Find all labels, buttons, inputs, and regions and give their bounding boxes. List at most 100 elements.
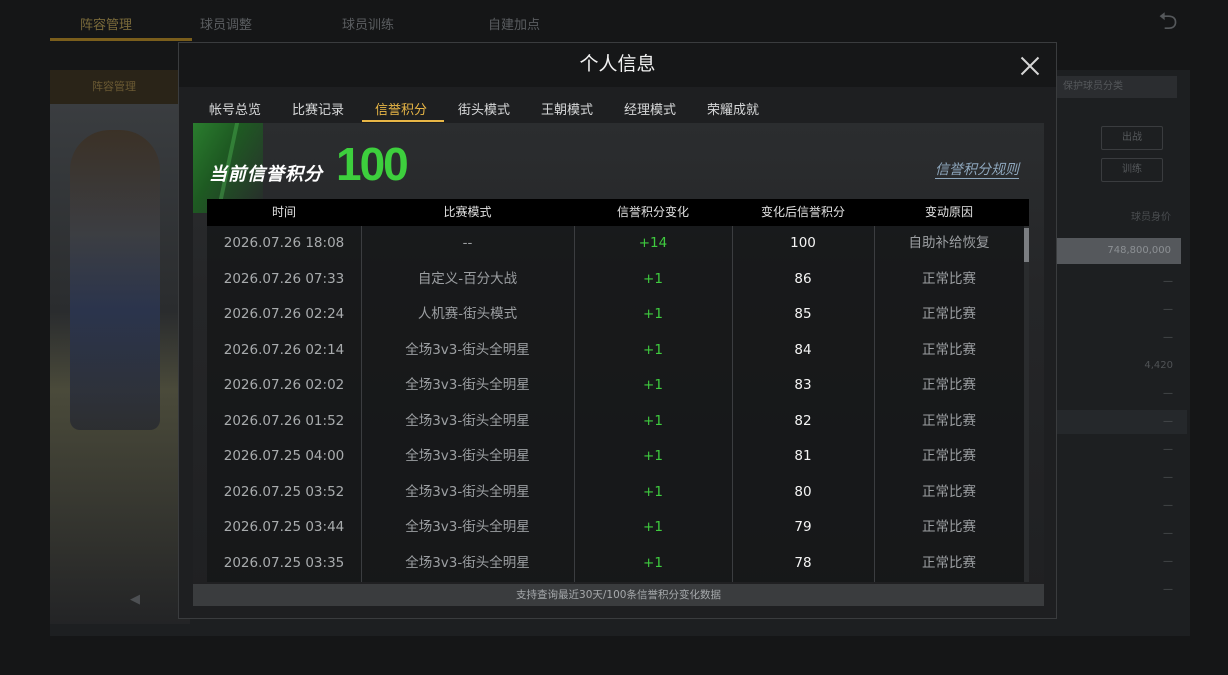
table-row: 2026.07.25 03:35 全场3v3-街头全明星 +1 78 正常比赛 xyxy=(207,546,1029,582)
background-top-nav: 阵容管理 球员调整 球员训练 自建加点 ⮌ xyxy=(0,0,1228,44)
bg-money-value: 748,800,000 xyxy=(1057,238,1181,264)
table-row: 2026.07.25 03:44 全场3v3-街头全明星 +1 79 正常比赛 xyxy=(207,510,1029,546)
dialog-title: 个人信息 xyxy=(579,53,656,75)
cell-after: 83 xyxy=(794,377,812,393)
cell-mode: 全场3v3-街头全明星 xyxy=(405,554,530,571)
cell-reason: 正常比赛 xyxy=(922,341,976,358)
cell-change: +1 xyxy=(643,270,663,287)
table-row: 2026.07.26 02:14 全场3v3-街头全明星 +1 84 正常比赛 xyxy=(207,333,1029,369)
bg-stat-value: — xyxy=(1163,444,1173,455)
dialog-header: 个人信息 xyxy=(179,43,1056,87)
bg-stat-value: — xyxy=(1163,584,1173,595)
current-score-label: 当前信誉积分 xyxy=(209,164,323,185)
table-row: 2026.07.26 02:24 人机赛-街头模式 +1 85 正常比赛 xyxy=(207,297,1029,333)
dialog-tabs: 帐号总览 比赛记录 信誉积分 街头模式 王朝模式 经理模式 荣耀成就 xyxy=(179,87,1056,125)
bg-tab-adjust[interactable]: 球员调整 xyxy=(200,14,252,33)
cell-time: 2026.07.26 07:33 xyxy=(223,270,345,287)
tab-match-records[interactable]: 比赛记录 xyxy=(292,99,344,118)
tab-manager-mode[interactable]: 经理模式 xyxy=(624,99,676,118)
cell-mode: 全场3v3-街头全明星 xyxy=(405,341,530,358)
cell-change: +14 xyxy=(638,235,668,251)
close-icon[interactable] xyxy=(1017,53,1043,79)
table-row: 2026.07.25 03:52 全场3v3-街头全明星 +1 80 正常比赛 xyxy=(207,475,1029,511)
cell-after: 100 xyxy=(790,235,816,251)
cell-reason: 正常比赛 xyxy=(922,519,976,535)
cell-reason: 正常比赛 xyxy=(922,306,976,322)
table-scrollbar[interactable] xyxy=(1024,226,1029,582)
cell-reason: 正常比赛 xyxy=(922,448,976,464)
cell-time: 2026.07.26 02:14 xyxy=(223,341,345,358)
bg-tab-underline xyxy=(50,38,192,41)
cell-time: 2026.07.26 02:02 xyxy=(223,377,345,393)
cell-reason: 正常比赛 xyxy=(922,412,976,429)
cell-mode: 全场3v3-街头全明星 xyxy=(405,519,530,535)
cell-time: 2026.07.26 18:08 xyxy=(223,235,345,251)
bg-button-train[interactable]: 训练 xyxy=(1101,158,1163,182)
cell-time: 2026.07.25 03:35 xyxy=(223,554,345,571)
bg-tab-lineup[interactable]: 阵容管理 xyxy=(80,14,132,33)
table-footer-note: 支持查询最近30天/100条信誉积分变化数据 xyxy=(193,584,1044,606)
bg-tab-custom[interactable]: 自建加点 xyxy=(488,14,540,33)
cell-mode: 全场3v3-街头全明星 xyxy=(405,377,530,393)
bg-stat-value: — xyxy=(1163,556,1173,567)
bg-stat-value: — xyxy=(1163,500,1173,511)
cell-after: 78 xyxy=(794,554,812,571)
tab-honors[interactable]: 荣耀成就 xyxy=(707,99,759,118)
credit-history-table: 2026.07.25 03:35 全场3v3-街头全明星 +1 78 正常比赛 2026.… xyxy=(207,226,1029,582)
tab-credit-score[interactable]: 信誉积分 xyxy=(375,99,427,118)
column-header-reason: 变动原因 xyxy=(924,205,973,219)
cell-change: +1 xyxy=(643,519,663,535)
bg-tab-training[interactable]: 球员训练 xyxy=(342,14,394,33)
column-header-change: 信誉积分变化 xyxy=(616,205,689,219)
bg-category-select[interactable]: 保护球员分类 xyxy=(1057,76,1177,98)
cell-time: 2026.07.26 01:52 xyxy=(223,412,345,429)
current-score-value: 100 xyxy=(336,138,409,190)
score-rules-link[interactable]: 信誉积分规则 xyxy=(935,159,1019,179)
cell-mode: 自定义-百分大战 xyxy=(417,270,518,287)
column-header-after: 变化后信誉积分 xyxy=(760,205,845,219)
background-right-panel: 保护球员分类 出战 训练 球员身价 748,800,000 — — — 4,42… xyxy=(1057,76,1187,616)
cell-after: 84 xyxy=(794,341,812,358)
column-divider xyxy=(574,226,575,582)
bg-subtab[interactable]: 阵容管理 xyxy=(50,70,178,104)
bg-stat-label: 球员身价 xyxy=(1131,212,1171,223)
cell-change: +1 xyxy=(643,306,663,322)
bg-stat-value: — xyxy=(1163,304,1173,315)
column-header-mode: 比赛模式 xyxy=(443,205,492,219)
tab-dynasty-mode[interactable]: 王朝模式 xyxy=(541,99,593,118)
cell-reason: 正常比赛 xyxy=(922,483,976,500)
bg-button-play[interactable]: 出战 xyxy=(1101,126,1163,150)
cell-change: +1 xyxy=(643,554,663,571)
cell-after: 79 xyxy=(794,519,812,535)
cell-mode: 全场3v3-街头全明星 xyxy=(405,483,530,500)
credit-score-panel: 当前信誉积分 100 信誉积分规则 时间 比赛模式 信誉积分变化 变化后信誉积分… xyxy=(193,123,1044,606)
cell-time: 2026.07.25 03:44 xyxy=(223,519,345,535)
tab-account-overview[interactable]: 帐号总览 xyxy=(209,99,261,118)
cell-mode: 全场3v3-街头全明星 xyxy=(405,412,530,429)
cell-change: +1 xyxy=(643,483,663,500)
personal-info-dialog: 个人信息 帐号总览 比赛记录 信誉积分 街头模式 王朝模式 经理模式 荣耀成就 … xyxy=(178,42,1057,619)
tab-street-mode[interactable]: 街头模式 xyxy=(458,99,510,118)
cell-change: +1 xyxy=(643,377,663,393)
scrollbar-thumb[interactable] xyxy=(1024,228,1029,262)
bg-stat-value: — xyxy=(1163,472,1173,483)
cell-time: 2026.07.26 02:24 xyxy=(223,306,345,322)
cell-after: 85 xyxy=(794,306,812,322)
cell-change: +1 xyxy=(643,412,663,429)
table-row: 2026.07.26 07:33 自定义-百分大战 +1 86 正常比赛 xyxy=(207,262,1029,298)
table-row: 2026.07.26 01:52 全场3v3-街头全明星 +1 82 正常比赛 xyxy=(207,404,1029,440)
cell-after: 80 xyxy=(794,483,812,500)
prev-arrow-icon[interactable]: ◀ xyxy=(130,592,140,607)
bg-stat-value: — xyxy=(1163,416,1173,427)
column-divider xyxy=(874,226,875,582)
cell-after: 86 xyxy=(794,270,812,287)
player-figure-image xyxy=(70,130,160,430)
table-row: 2026.07.26 18:08 -- +14 100 自助补给恢复 xyxy=(207,226,1029,262)
cell-mode: -- xyxy=(462,235,473,251)
cell-reason: 正常比赛 xyxy=(922,270,976,287)
cell-time: 2026.07.25 04:00 xyxy=(223,448,345,464)
bg-stat-value: 4,420 xyxy=(1144,360,1173,371)
cell-reason: 自助补给恢复 xyxy=(908,235,990,251)
return-icon[interactable]: ⮌ xyxy=(1150,8,1186,34)
cell-after: 82 xyxy=(794,412,812,429)
